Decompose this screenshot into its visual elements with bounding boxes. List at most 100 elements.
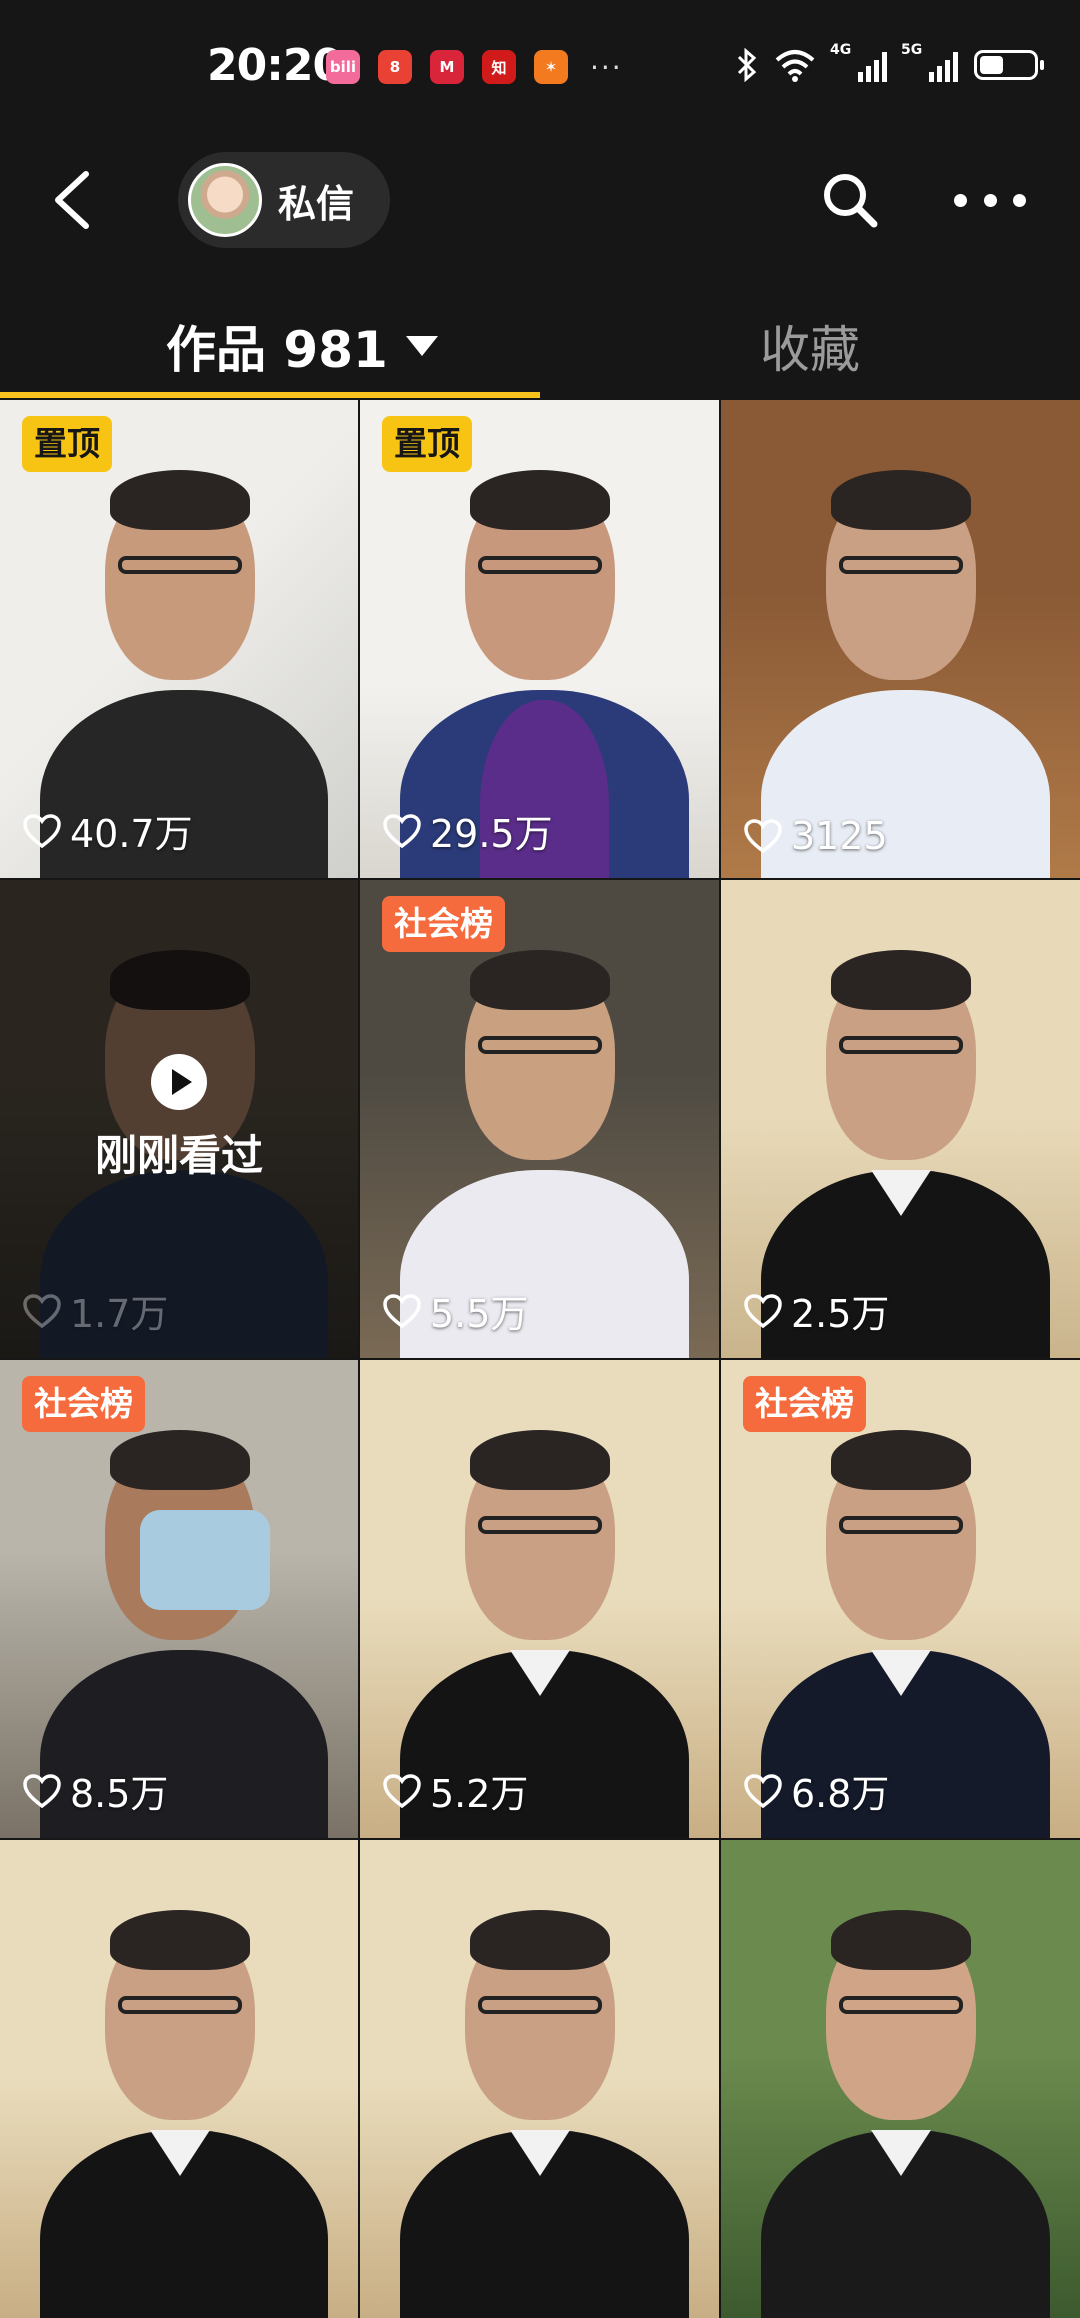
person-hair (470, 1430, 610, 1490)
like-count-value: 1.7万 (70, 1292, 169, 1336)
glasses (478, 1036, 602, 1054)
app-mall-icon: M (430, 50, 464, 84)
glasses (478, 1516, 602, 1534)
video-thumbnail[interactable]: 社会榜 6.8万 (721, 1360, 1080, 1838)
like-count: 3125 (743, 814, 888, 858)
play-icon (151, 1054, 207, 1110)
glasses (839, 556, 963, 574)
heart-icon (383, 1773, 421, 1808)
more-notifications-icon: ··· (590, 50, 623, 84)
video-grid: 置顶 40.7万 置顶 29.5万 3125 刚刚看过 1.7万 社会榜 5.5万 2.5万 社会榜… (0, 400, 1080, 2318)
person-hair (470, 470, 610, 530)
like-count: 40.7万 (22, 803, 193, 858)
more-options-button[interactable] (954, 180, 1026, 220)
like-count-value: 40.7万 (70, 812, 193, 856)
dot (983, 193, 997, 207)
signal-4g-icon: 4G (830, 42, 887, 82)
battery-icon (974, 50, 1044, 80)
heart-icon (744, 819, 782, 854)
private-message-label: 私信 (278, 181, 355, 226)
like-count: 8.5万 (22, 1763, 168, 1818)
dot (954, 193, 967, 207)
video-cover-image (721, 400, 1080, 878)
person-hair (831, 1910, 971, 1970)
content-tabs: 作品 981 收藏 (0, 290, 1080, 400)
back-button[interactable] (46, 168, 106, 232)
video-thumbnail[interactable]: 置顶 40.7万 (0, 400, 358, 878)
app-orange-icon: ✶ (534, 50, 568, 84)
recently-watched-label: 刚刚看过 (94, 1131, 263, 1180)
like-count: 5.2万 (382, 1763, 528, 1818)
heart-icon (383, 813, 421, 848)
pinned-badge: 置顶 (382, 416, 472, 472)
person-hair (831, 1430, 971, 1490)
tab-works[interactable]: 作品 981 (166, 310, 438, 382)
dot (1013, 193, 1026, 207)
person-hair (831, 470, 971, 530)
person-collar (871, 1650, 931, 1696)
video-thumbnail[interactable]: 社会榜 5.5万 (360, 880, 719, 1358)
like-count-value: 6.8万 (791, 1772, 890, 1816)
person-hair (110, 1430, 250, 1490)
video-cover-image (0, 1840, 358, 2318)
recently-watched: 刚刚看过 (0, 1054, 358, 1183)
tab-works-label: 作品 981 (166, 321, 388, 379)
like-count-value: 2.5万 (791, 1292, 890, 1336)
person-collar (871, 1170, 931, 1216)
person-hair (110, 470, 250, 530)
like-count-value: 5.2万 (430, 1772, 529, 1816)
heart-icon (744, 1293, 782, 1328)
glasses (478, 1996, 602, 2014)
glasses (478, 556, 602, 574)
like-count-value: 5.5万 (430, 1292, 529, 1336)
person-hair (831, 950, 971, 1010)
active-tab-indicator (0, 392, 540, 398)
video-thumbnail[interactable] (0, 1840, 358, 2318)
bluetooth-icon (737, 48, 757, 82)
glasses (118, 1996, 242, 2014)
like-count: 1.7万 (22, 1283, 168, 1338)
trending-badge: 社会榜 (22, 1376, 145, 1432)
heart-icon (23, 1773, 61, 1808)
like-count: 2.5万 (743, 1283, 889, 1338)
video-thumbnail[interactable]: 5.2万 (360, 1360, 719, 1838)
app-red-icon: 8 (378, 50, 412, 84)
heart-icon (23, 1293, 61, 1328)
video-thumbnail[interactable]: 刚刚看过 1.7万 (0, 880, 358, 1358)
like-count: 5.5万 (382, 1283, 528, 1338)
avatar (188, 163, 262, 237)
video-thumbnail[interactable]: 置顶 29.5万 (360, 400, 719, 878)
search-button[interactable] (818, 168, 882, 232)
person-collar (510, 1650, 570, 1696)
glasses (839, 1996, 963, 2014)
pinned-badge: 置顶 (22, 416, 112, 472)
video-cover-image (360, 1840, 719, 2318)
video-thumbnail[interactable] (721, 1840, 1080, 2318)
heart-icon (23, 813, 61, 848)
like-count-value: 3125 (791, 814, 888, 858)
face-mask (140, 1510, 270, 1610)
caret-down-icon (405, 336, 438, 356)
clock: 20:20 (207, 40, 343, 91)
trending-badge: 社会榜 (743, 1376, 866, 1432)
tab-favorites[interactable]: 收藏 (760, 310, 860, 382)
video-thumbnail[interactable]: 3125 (721, 400, 1080, 878)
glasses (118, 556, 242, 574)
private-message-button[interactable]: 私信 (178, 152, 390, 248)
person-collar (150, 2130, 210, 2176)
video-thumbnail[interactable]: 社会榜 8.5万 (0, 1360, 358, 1838)
heart-icon (383, 1293, 421, 1328)
system-icons: 4G 5G (736, 42, 1044, 82)
trending-badge: 社会榜 (382, 896, 505, 952)
like-count-value: 29.5万 (430, 812, 553, 856)
chevron-left-icon (55, 171, 89, 229)
wifi-icon (775, 50, 815, 82)
person-hair (470, 1910, 610, 1970)
person-collar (871, 2130, 931, 2176)
signal-5g-icon: 5G (901, 42, 958, 82)
search-icon (824, 174, 878, 228)
video-thumbnail[interactable] (360, 1840, 719, 2318)
video-thumbnail[interactable]: 2.5万 (721, 880, 1080, 1358)
like-count: 29.5万 (382, 803, 553, 858)
status-bar: 20:20 bili 8 M 知 ✶ ··· 4G 5G (0, 0, 1080, 140)
